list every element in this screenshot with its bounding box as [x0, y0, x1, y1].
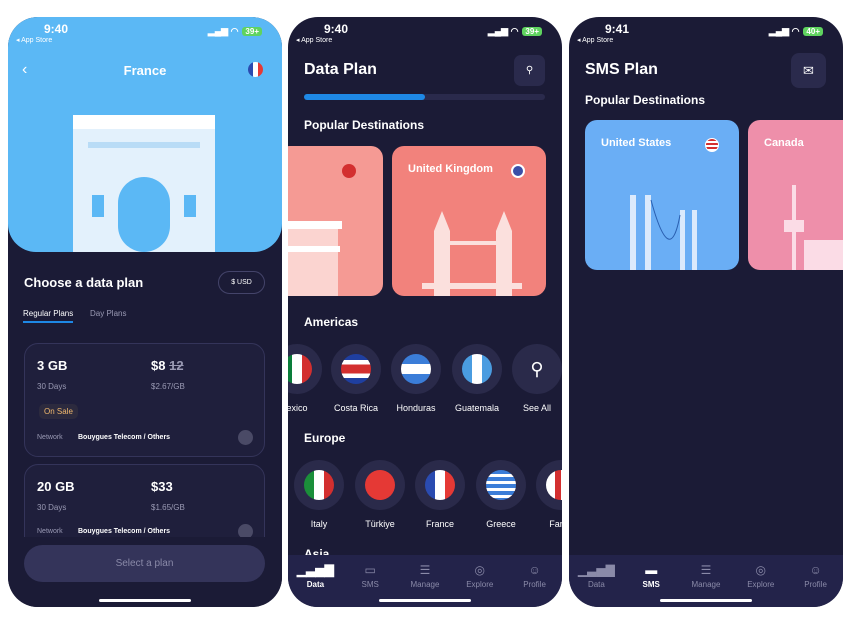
- country-label: Faroe: [549, 519, 562, 529]
- see-all-button[interactable]: ⚲: [512, 344, 562, 394]
- page-title: SMS Plan: [585, 61, 658, 78]
- section-heading: Popular Destinations: [585, 93, 706, 107]
- tab-data[interactable]: ▁▃▅▇ Data: [571, 563, 621, 607]
- chat-bubble-icon: ▬: [645, 563, 658, 577]
- search-button[interactable]: ⚲: [514, 55, 545, 86]
- country-faroe[interactable]: [536, 460, 562, 510]
- tab-data[interactable]: ▁▃▅▇ Data: [290, 563, 340, 607]
- plan-price: $8 12: [151, 358, 184, 373]
- clock: 9:41: [605, 22, 630, 36]
- tab-day-plans[interactable]: Day Plans: [90, 309, 126, 318]
- destination-card-china[interactable]: [288, 146, 383, 296]
- country-honduras[interactable]: [391, 344, 441, 394]
- status-bar: 9:40 ◂ App Store ▂▄▆ ◠ 39+: [8, 17, 282, 49]
- envelope-open-icon: ✉: [803, 63, 814, 78]
- compass-icon: ◎: [755, 563, 767, 577]
- destination-card-united-kingdom[interactable]: United Kingdom: [392, 146, 546, 296]
- section-heading: Americas: [304, 315, 359, 329]
- france-flag-icon: [248, 62, 263, 77]
- plan-size: 3 GB: [37, 358, 68, 373]
- back-to-app-store[interactable]: ◂ App Store: [296, 36, 332, 44]
- select-plan-button[interactable]: Select a plan: [24, 545, 265, 582]
- status-bar: 9:41 ◂ App Store ▂▄▆ ◠ 40+: [569, 17, 843, 49]
- plan-card[interactable]: 3 GB 30 Days $8 12 $2.67/GB On Sale Netw…: [24, 343, 265, 457]
- hero-banner: [8, 17, 282, 252]
- plan-days: 30 Days: [37, 382, 67, 391]
- country-label: See All: [522, 403, 552, 413]
- battery: 39+: [522, 27, 542, 36]
- back-to-app-store[interactable]: ◂ App Store: [577, 36, 613, 44]
- battery: 40+: [803, 27, 823, 36]
- clock: 9:40: [324, 22, 349, 36]
- tab-regular-plans[interactable]: Regular Plans: [23, 309, 74, 323]
- status-icons: ▂▄▆ ◠ 39+: [208, 26, 262, 37]
- on-sale-badge: On Sale: [39, 404, 78, 419]
- home-indicator: [99, 599, 191, 602]
- signal-bars-icon: ▁▃▅▇: [296, 563, 334, 577]
- destination-card-united-states[interactable]: United States: [585, 120, 739, 270]
- cn-tower-illustration: [784, 185, 843, 270]
- destination-name: Canada: [764, 137, 804, 149]
- chat-bubble-icon: ▭: [364, 563, 376, 577]
- currency-selector[interactable]: $ USD: [218, 271, 265, 294]
- back-to-app-store[interactable]: ◂ App Store: [16, 36, 52, 44]
- phone-data-plan: 9:40 ◂ App Store ▂▄▆ ◠ 39+ Data Plan ⚲ P…: [288, 17, 562, 607]
- country-guatemala[interactable]: [452, 344, 502, 394]
- country-turkiye[interactable]: [355, 460, 405, 510]
- person-icon: ☺: [809, 563, 822, 577]
- country-france[interactable]: [415, 460, 465, 510]
- sim-stack-icon: ☰: [419, 563, 431, 577]
- country-greece[interactable]: [476, 460, 526, 510]
- network-label: Network: [37, 434, 63, 441]
- price-per-gb: $2.67/GB: [151, 382, 185, 391]
- plan-days: 30 Days: [37, 503, 67, 512]
- plan-size: 20 GB: [37, 479, 75, 494]
- status-bar: 9:40 ◂ App Store ▂▄▆ ◠ 39+: [288, 17, 562, 49]
- plan-price: $33: [151, 479, 173, 494]
- country-label: France: [425, 519, 454, 529]
- segmented-control[interactable]: [304, 94, 545, 100]
- section-heading: Choose a data plan: [24, 275, 144, 290]
- china-flag-icon: [342, 164, 356, 178]
- compass-icon: ◎: [474, 563, 486, 577]
- battery: 39+: [242, 27, 262, 36]
- tab-profile[interactable]: ☺ Profile: [791, 563, 841, 607]
- old-price: 12: [169, 358, 184, 373]
- search-icon: ⚲: [525, 65, 534, 76]
- signal-bars-icon: ▁▃▅▇: [577, 563, 615, 577]
- country-title: France: [123, 63, 167, 78]
- status-icons: ▂▄▆ ◠ 40+: [769, 26, 823, 37]
- person-icon: ☺: [528, 563, 541, 577]
- status-icons: ▂▄▆ ◠ 39+: [488, 26, 542, 37]
- tab-profile[interactable]: ☺ Profile: [510, 563, 560, 607]
- uk-flag-icon: [511, 164, 525, 178]
- country-label: Honduras: [396, 403, 436, 413]
- destination-name: United States: [601, 137, 672, 149]
- network-label: Network: [37, 528, 63, 535]
- home-indicator: [660, 599, 752, 602]
- page-title: Data Plan: [304, 61, 377, 78]
- destination-card-canada[interactable]: Canada: [748, 120, 843, 270]
- country-italy[interactable]: [294, 460, 344, 510]
- inbox-button[interactable]: ✉: [791, 53, 826, 88]
- sim-stack-icon: ☰: [700, 563, 712, 577]
- home-indicator: [379, 599, 471, 602]
- phone-sms-plan: 9:41 ◂ App Store ▂▄▆ ◠ 40+ SMS Plan ✉ Po…: [569, 17, 843, 607]
- golden-gate-illustration: [630, 195, 697, 270]
- us-flag-icon: [705, 138, 719, 152]
- plan-radio[interactable]: [238, 430, 253, 445]
- section-heading: Europe: [304, 431, 346, 445]
- search-icon: ⚲: [530, 358, 544, 379]
- section-heading: Popular Destinations: [304, 118, 425, 132]
- price-per-gb: $1.65/GB: [151, 503, 185, 512]
- network-value: Bouygues Telecom / Others: [78, 434, 171, 441]
- country-mexico[interactable]: [288, 344, 322, 394]
- clock: 9:40: [44, 22, 69, 36]
- network-value: Bouygues Telecom / Others: [78, 528, 171, 535]
- destination-name: United Kingdom: [408, 163, 493, 175]
- tower-bridge-illustration: [422, 211, 522, 296]
- arc-de-triomphe-illustration: [73, 115, 215, 252]
- country-costa-rica[interactable]: [331, 344, 381, 394]
- phone-plan-detail: 9:40 ◂ App Store ▂▄▆ ◠ 39+ ‹ France Choo…: [8, 17, 282, 607]
